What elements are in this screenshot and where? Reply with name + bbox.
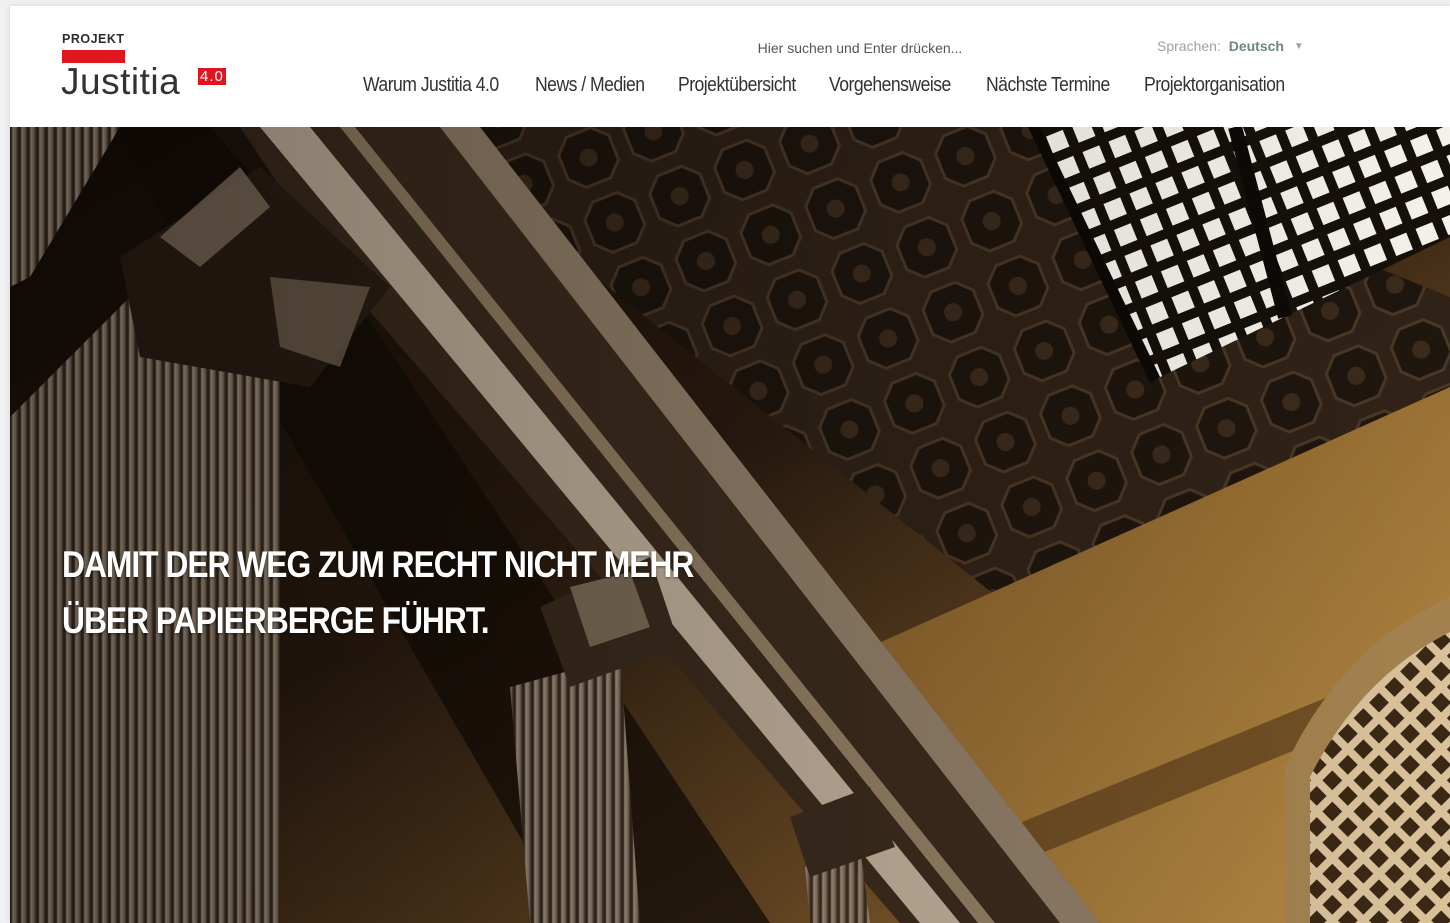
search-input[interactable] (710, 36, 1010, 60)
hero-headline: Damit der Weg zum Recht nicht mehr über … (62, 537, 694, 649)
site-header: PROJEKT Justitia 4.0 Sprachen: Deutsch ▼… (10, 6, 1450, 127)
language-selector[interactable]: Sprachen: Deutsch ▼ (1157, 38, 1304, 54)
logo-version-badge: 4.0 (198, 68, 226, 85)
language-label: Sprachen: (1157, 38, 1221, 54)
nav-item-news-medien[interactable]: News / Medien (535, 74, 645, 97)
caret-down-icon: ▼ (1293, 41, 1304, 52)
logo-small-text: PROJEKT (62, 32, 125, 46)
language-value: Deutsch (1228, 38, 1284, 54)
nav-item-naechste-termine[interactable]: Nächste Termine (986, 74, 1110, 97)
nav-item-warum-justitia[interactable]: Warum Justitia 4.0 (363, 74, 499, 97)
nav-item-projektorganisation[interactable]: Projektorganisation (1144, 74, 1285, 97)
hero-headline-line2: über Papierberge führt. (62, 600, 490, 641)
nav-item-vorgehensweise[interactable]: Vorgehensweise (829, 74, 951, 97)
hero-background-image (10, 127, 1450, 923)
nav-item-projektuebersicht[interactable]: Projektübersicht (678, 74, 796, 97)
hero-headline-line1: Damit der Weg zum Recht nicht mehr (62, 544, 694, 585)
hero-banner: Damit der Weg zum Recht nicht mehr über … (10, 127, 1450, 923)
page: PROJEKT Justitia 4.0 Sprachen: Deutsch ▼… (10, 6, 1450, 923)
logo-main-text: Justitia (61, 61, 181, 102)
site-logo[interactable]: PROJEKT Justitia 4.0 (61, 32, 247, 104)
main-nav: Warum Justitia 4.0 News / Medien Projekt… (363, 74, 1304, 97)
